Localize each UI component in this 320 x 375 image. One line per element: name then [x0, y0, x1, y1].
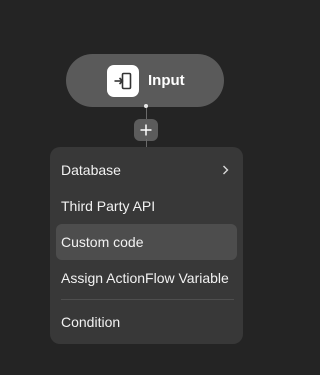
menu-item-third-party-api[interactable]: Third Party API — [56, 188, 237, 224]
plus-icon — [140, 124, 152, 136]
menu-item-label: Condition — [61, 314, 121, 330]
add-action-button[interactable] — [134, 119, 158, 141]
connector-line — [145, 108, 147, 119]
chevron-right-icon — [220, 165, 230, 175]
menu-divider — [61, 299, 234, 300]
menu-item-database[interactable]: Database — [56, 152, 237, 188]
node-label: Input — [148, 72, 185, 89]
sign-in-icon — [107, 64, 139, 97]
input-node[interactable]: Input — [66, 54, 224, 107]
menu-item-condition[interactable]: Condition — [56, 304, 237, 340]
menu-item-label: Database — [61, 162, 121, 178]
add-action-menu: Database Third Party API Custom code Ass… — [50, 147, 243, 344]
menu-item-label: Custom code — [61, 234, 144, 250]
flow-canvas[interactable]: Input Database Third Party API Custom co… — [0, 0, 289, 375]
menu-item-label: Third Party API — [61, 198, 156, 214]
menu-item-custom-code[interactable]: Custom code — [56, 224, 237, 260]
menu-item-label: Assign ActionFlow Variable — [61, 270, 229, 286]
menu-item-assign-actionflow-variable[interactable]: Assign ActionFlow Variable — [56, 260, 237, 296]
connector-line — [145, 139, 147, 147]
